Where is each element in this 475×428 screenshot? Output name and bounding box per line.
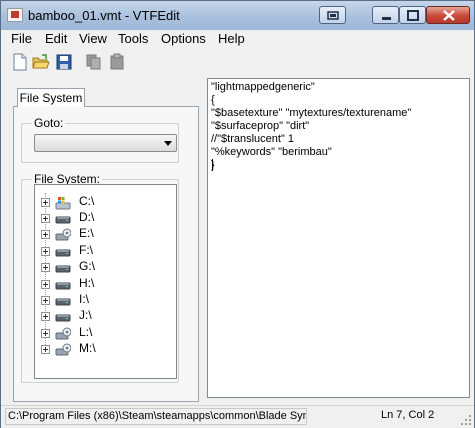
close-button[interactable]: [426, 6, 470, 24]
expand-plus-icon[interactable]: [41, 247, 50, 256]
file-system-tree[interactable]: C:\ D:\ E:\ F:\ G:\ H:\ I:\ J:\ L:\ M:\: [34, 184, 177, 379]
menu-edit[interactable]: Edit: [45, 31, 67, 46]
code-line: "$basetexture" "mytextures/texturename": [211, 107, 412, 119]
window-switch-icon: [327, 11, 339, 20]
minimize-icon: [382, 17, 391, 20]
network-drive-icon: [55, 327, 72, 340]
tree-item-label: J:\: [79, 308, 92, 322]
hard-drive-icon: [55, 261, 71, 273]
paste-icon[interactable]: [108, 53, 126, 71]
expand-plus-icon[interactable]: [41, 263, 50, 272]
tree-item-label: D:\: [79, 210, 95, 224]
network-drive-icon: [55, 343, 72, 356]
tree-item-drive[interactable]: G:\: [35, 259, 175, 275]
status-file-path: C:\Program Files (x86)\Steam\steamapps\c…: [5, 408, 307, 425]
menu-bar: File Edit View Tools Options Help: [1, 30, 474, 48]
title-bar[interactable]: bamboo_01.vmt - VTFEdit: [1, 1, 474, 30]
menu-view[interactable]: View: [79, 31, 107, 46]
tree-item-label: E:\: [79, 226, 94, 240]
expand-plus-icon[interactable]: [41, 280, 50, 289]
tree-item-drive[interactable]: L:\: [35, 325, 175, 341]
tree-item-label: G:\: [79, 259, 96, 273]
goto-label: Goto:: [32, 116, 66, 130]
tree-item-label: I:\: [79, 292, 90, 306]
tree-item-drive[interactable]: M:\: [35, 341, 175, 357]
expand-plus-icon[interactable]: [41, 329, 50, 338]
tree-item-drive[interactable]: J:\: [35, 308, 175, 324]
tree-item-label: C:\: [79, 194, 95, 208]
expand-plus-icon[interactable]: [41, 198, 50, 207]
code-line: //"$translucent" 1: [211, 133, 295, 145]
tree-item-drive[interactable]: H:\: [35, 276, 175, 292]
close-icon: [443, 10, 455, 21]
save-disk-icon[interactable]: [55, 53, 73, 71]
hard-drive-icon: [55, 278, 71, 290]
text-caret: [212, 159, 213, 171]
chevron-down-icon: [164, 141, 172, 146]
expand-plus-icon[interactable]: [41, 230, 50, 239]
hard-drive-icon: [55, 212, 71, 224]
vtfedit-app-icon: [7, 8, 23, 22]
tree-item-drive[interactable]: D:\: [35, 210, 175, 226]
tree-item-drive[interactable]: I:\: [35, 292, 175, 308]
new-file-icon[interactable]: [11, 53, 29, 71]
maximize-button[interactable]: [399, 6, 426, 24]
tree-item-drive[interactable]: F:\: [35, 243, 175, 259]
material-text-editor[interactable]: "lightmappedgeneric"{"$basetexture" "myt…: [207, 78, 470, 398]
copy-icon[interactable]: [85, 53, 103, 71]
hard-drive-icon: [55, 245, 71, 257]
expand-plus-icon[interactable]: [41, 214, 50, 223]
tree-item-drive[interactable]: C:\: [35, 194, 175, 210]
hard-drive-icon: [55, 294, 71, 306]
minimize-button[interactable]: [372, 6, 399, 24]
code-line: "$surfaceprop" "dirt": [211, 120, 310, 132]
maximize-icon: [407, 10, 419, 21]
expand-plus-icon[interactable]: [41, 345, 50, 354]
goto-dropdown[interactable]: [34, 134, 177, 152]
window-switch-button[interactable]: [319, 6, 346, 24]
tree-item-drive[interactable]: E:\: [35, 226, 175, 242]
expand-plus-icon[interactable]: [41, 312, 50, 321]
status-cursor-position: Ln 7, Col 2: [381, 409, 435, 421]
code-line: "%keywords" "berimbau": [211, 146, 332, 158]
app-window: bamboo_01.vmt - VTFEdit File Edit View T…: [0, 0, 475, 428]
toolbar: [1, 48, 474, 78]
menu-tools[interactable]: Tools: [118, 31, 148, 46]
menu-help[interactable]: Help: [218, 31, 245, 46]
hard-drive-icon: [55, 310, 71, 322]
code-line: "lightmappedgeneric": [211, 81, 315, 93]
resize-grip-icon[interactable]: [460, 414, 472, 426]
tree-item-label: L:\: [79, 325, 93, 339]
status-bar: C:\Program Files (x86)\Steam\steamapps\c…: [1, 405, 474, 428]
tree-item-label: M:\: [79, 341, 96, 355]
menu-file[interactable]: File: [11, 31, 32, 46]
windows-drive-icon: [55, 196, 71, 210]
expand-plus-icon[interactable]: [41, 296, 50, 305]
code-line: {: [211, 94, 215, 106]
tree-item-label: H:\: [79, 276, 95, 290]
open-folder-icon[interactable]: [32, 53, 50, 71]
window-title: bamboo_01.vmt - VTFEdit: [28, 8, 180, 23]
tree-item-label: F:\: [79, 243, 93, 257]
tab-file-system[interactable]: File System: [17, 88, 85, 107]
menu-options[interactable]: Options: [161, 31, 206, 46]
network-drive-icon: [55, 228, 72, 241]
